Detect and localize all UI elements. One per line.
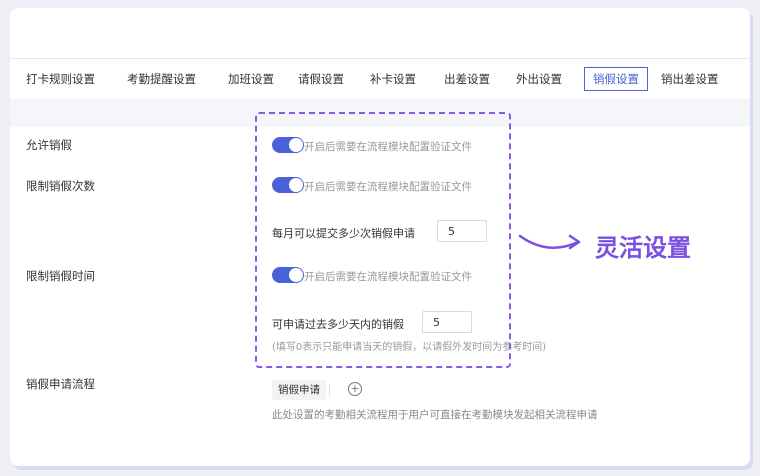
cancel-flow-tag[interactable]: 销假申请 bbox=[272, 380, 326, 400]
settings-card: 打卡规则设置 考勤提醒设置 加班设置 请假设置 补卡设置 出差设置 外出设置 销… bbox=[10, 8, 750, 466]
limit-time-label: 限制销假时间 bbox=[26, 269, 95, 283]
tag-divider bbox=[329, 384, 330, 396]
tab-attendance-reminder[interactable]: 考勤提醒设置 bbox=[127, 68, 196, 90]
tab-leave[interactable]: 请假设置 bbox=[298, 68, 344, 90]
callout-text: 灵活设置 bbox=[595, 234, 691, 262]
limit-count-label: 限制销假次数 bbox=[26, 179, 95, 193]
tab-cancel-leave[interactable]: 销假设置 bbox=[584, 67, 648, 91]
tab-checkin-rules[interactable]: 打卡规则设置 bbox=[26, 68, 95, 90]
highlight-dashed-box bbox=[255, 112, 511, 368]
tab-business-trip[interactable]: 出差设置 bbox=[444, 68, 490, 90]
tab-overtime[interactable]: 加班设置 bbox=[228, 68, 274, 90]
allow-cancel-label: 允许销假 bbox=[26, 138, 72, 152]
settings-tabs: 打卡规则设置 考勤提醒设置 加班设置 请假设置 补卡设置 出差设置 外出设置 销… bbox=[10, 58, 750, 100]
callout-arrow-icon bbox=[518, 234, 581, 250]
tab-outing[interactable]: 外出设置 bbox=[516, 68, 562, 90]
cancel-flow-label: 销假申请流程 bbox=[26, 377, 95, 391]
tab-cancel-trip[interactable]: 销出差设置 bbox=[661, 68, 719, 90]
cancel-flow-note: 此处设置的考勤相关流程用于用户可直接在考勤模块发起相关流程申请 bbox=[272, 409, 598, 421]
tab-make-up-checkin[interactable]: 补卡设置 bbox=[370, 68, 416, 90]
add-flow-button[interactable]: + bbox=[348, 382, 362, 396]
